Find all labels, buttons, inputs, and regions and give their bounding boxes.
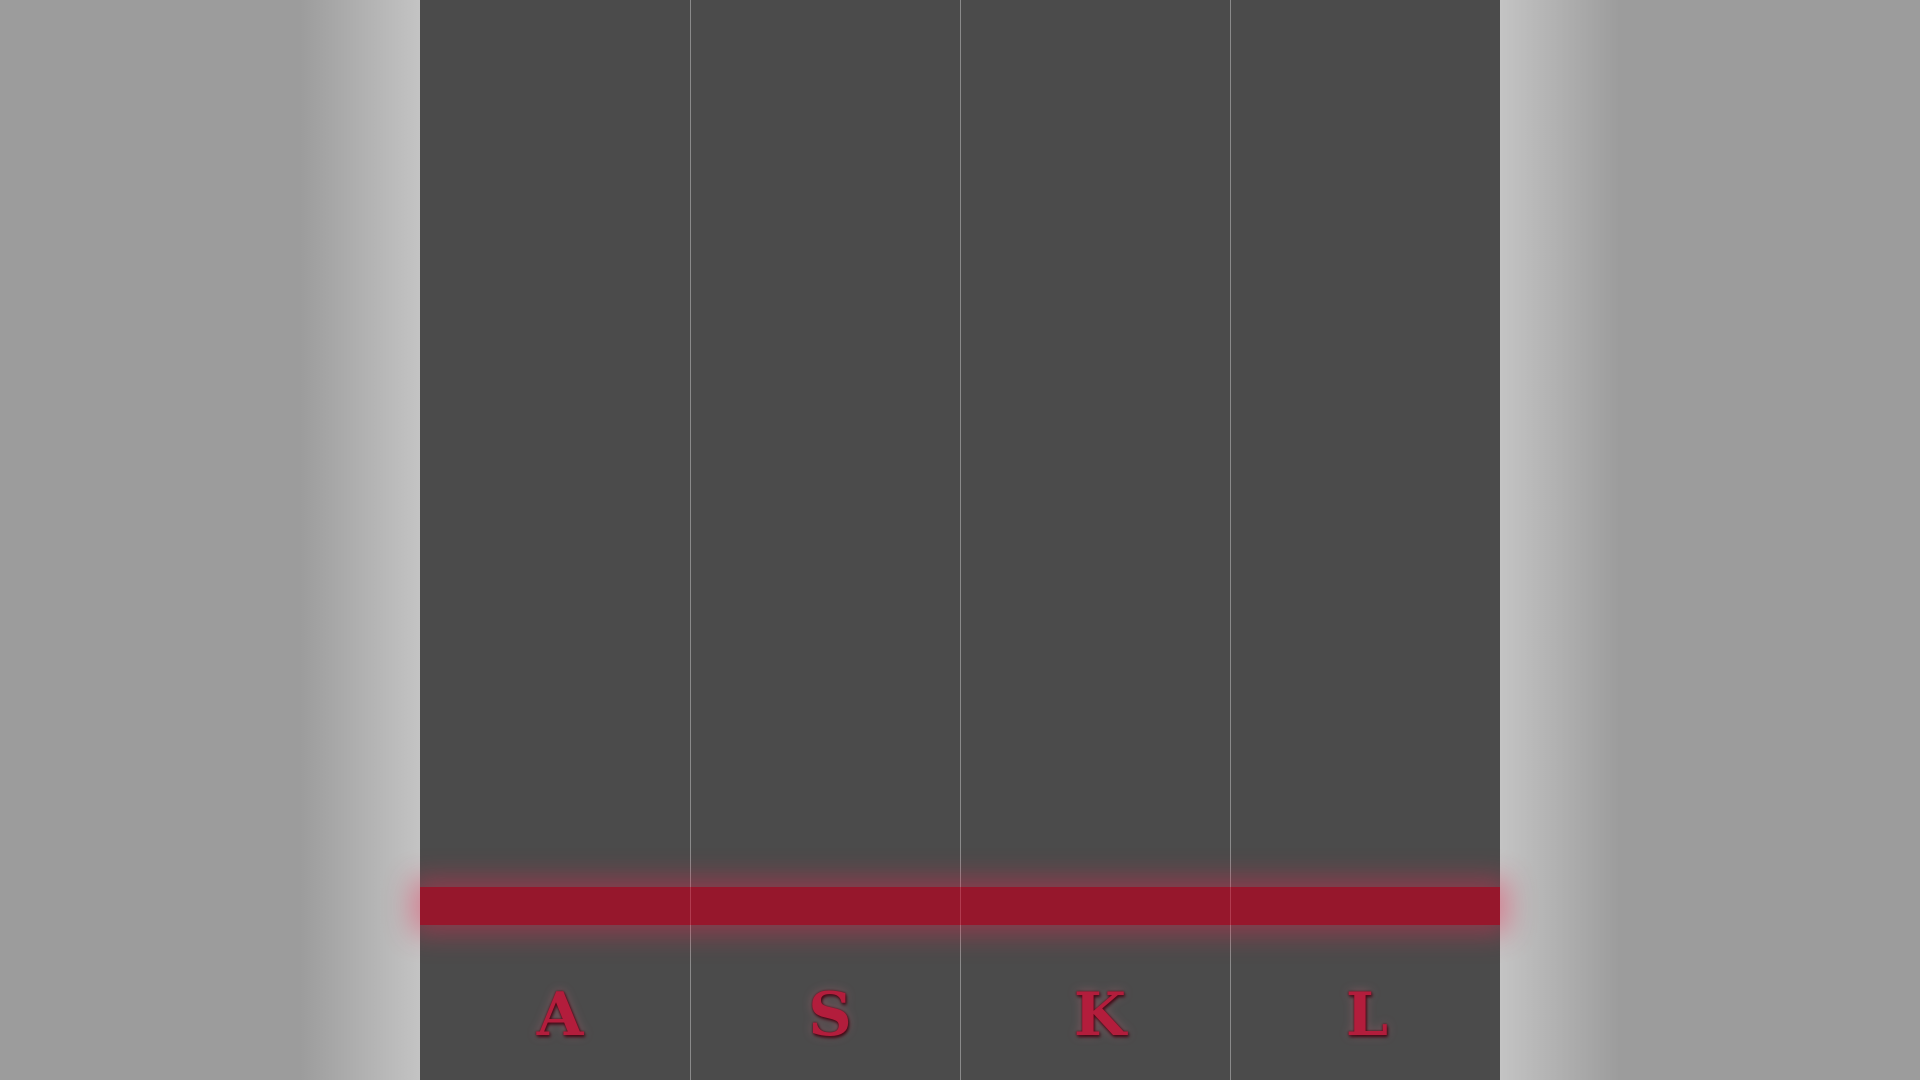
game-screen: A S K L <box>0 0 1920 1080</box>
hit-line-divider <box>1230 887 1231 925</box>
right-side-glow <box>1500 0 1620 1080</box>
key-label-a: A <box>536 980 584 1050</box>
key-label-s: S <box>808 980 852 1050</box>
key-label-k: K <box>1073 980 1127 1050</box>
hit-line-divider <box>690 887 691 925</box>
key-label-l: L <box>1345 980 1389 1050</box>
left-side-glow <box>300 0 420 1080</box>
hit-line-divider <box>960 887 961 925</box>
